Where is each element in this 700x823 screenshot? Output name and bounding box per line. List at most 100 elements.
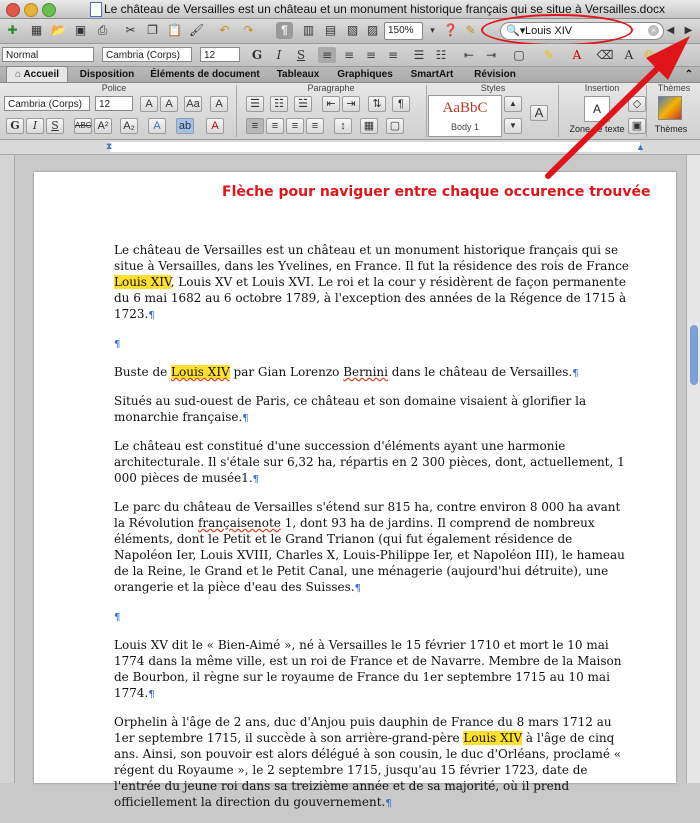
paragraph[interactable]: Orphelin à l'âge de 2 ans, duc d'Anjou p… xyxy=(114,714,634,812)
justify-icon[interactable]: ≡ xyxy=(384,47,402,63)
ribbon-align-center-icon[interactable]: ≡ xyxy=(266,118,284,134)
tab-accueil[interactable]: ⌂ Accueil xyxy=(6,66,68,82)
font-color-icon[interactable]: A xyxy=(568,47,586,63)
show-formatting-icon[interactable]: ¶ xyxy=(276,22,293,39)
eraser-icon[interactable]: ⌫ xyxy=(596,47,614,63)
multilevel-list-icon[interactable]: ☱ xyxy=(294,96,312,112)
paragraph[interactable]: Situés au sud-ouest de Paris, ce château… xyxy=(114,393,634,427)
highlight-color-icon[interactable]: ✎ xyxy=(540,47,558,63)
tab-graphiques[interactable]: Graphiques xyxy=(332,67,398,82)
subscript-icon[interactable]: A₂ xyxy=(120,118,138,134)
ribbon-justify-icon[interactable]: ≡ xyxy=(306,118,324,134)
align-right-icon[interactable]: ≡ xyxy=(362,47,380,63)
emoji-icon[interactable]: ☺ xyxy=(640,47,658,63)
shading-icon[interactable]: ▦ xyxy=(360,118,378,134)
ribbon-font-select[interactable]: Cambria (Corps) xyxy=(4,96,90,111)
paragraph[interactable]: Le parc du château de Versailles s'étend… xyxy=(114,499,634,597)
close-window-button[interactable] xyxy=(6,3,20,17)
style-gallery-item[interactable]: AaBbC Body 1 xyxy=(428,95,502,137)
shapes-icon[interactable]: ◇ xyxy=(628,96,646,112)
scroll-thumb[interactable] xyxy=(690,325,698,385)
underline-button[interactable]: S xyxy=(292,47,310,63)
ribbon-align-left-icon[interactable]: ≡ xyxy=(246,118,264,134)
vertical-scrollbar[interactable] xyxy=(686,155,700,783)
tab-smartart[interactable]: SmartArt xyxy=(404,67,460,82)
ribbon-italic-button[interactable]: I xyxy=(26,118,44,134)
clear-formatting-icon[interactable]: A xyxy=(620,47,638,63)
undo-icon[interactable]: ↶ xyxy=(216,22,233,39)
ribbon-borders-icon[interactable]: ▢ xyxy=(386,118,404,134)
print-icon[interactable]: ⎙ xyxy=(94,22,111,39)
redo-icon[interactable]: ↷ xyxy=(240,22,257,39)
themes-label[interactable]: Thèmes xyxy=(648,124,694,134)
open-icon[interactable]: 📂 xyxy=(50,22,67,39)
text-box-icon[interactable]: A xyxy=(584,96,610,122)
help-icon[interactable]: ❓ xyxy=(442,22,459,39)
align-center-icon[interactable]: ≡ xyxy=(340,47,358,63)
strikethrough-icon[interactable]: ABC xyxy=(74,118,92,134)
borders-icon[interactable]: ▢ xyxy=(510,47,528,63)
save-icon[interactable]: ▣ xyxy=(72,22,89,39)
zoom-field[interactable]: 150% xyxy=(384,22,423,40)
templates-icon[interactable]: ▦ xyxy=(28,22,45,39)
shrink-font-icon[interactable]: A xyxy=(160,96,178,112)
paragraph[interactable]: Le château de Versailles est un château … xyxy=(114,242,634,324)
minimize-window-button[interactable] xyxy=(24,3,38,17)
ribbon-bullets-icon[interactable]: ☰ xyxy=(246,96,264,112)
text-effects-icon[interactable]: A xyxy=(148,118,166,134)
empty-paragraph[interactable]: ¶ xyxy=(114,335,634,353)
styles-scroll-up-icon[interactable]: ▲ xyxy=(504,96,522,112)
styles-scroll-down-icon[interactable]: ▼ xyxy=(504,118,522,134)
picture-icon[interactable]: ▣ xyxy=(628,118,646,134)
document-page[interactable]: Flèche pour naviguer entre chaque occure… xyxy=(34,172,676,809)
italic-button[interactable]: I xyxy=(270,47,288,63)
ribbon-pilcrow-icon[interactable]: ¶ xyxy=(392,96,410,112)
ribbon-underline-button[interactable]: S xyxy=(46,118,64,134)
outdent-icon[interactable]: ⇤ xyxy=(460,47,478,63)
themes-icon[interactable] xyxy=(658,96,682,120)
ribbon-align-right-icon[interactable]: ≡ xyxy=(286,118,304,134)
ribbon-numbering-icon[interactable]: ☷ xyxy=(270,96,288,112)
ribbon-options-icon[interactable]: ⌃ xyxy=(682,67,696,82)
new-document-icon[interactable]: ✚ xyxy=(4,22,21,39)
clear-format-icon[interactable]: A xyxy=(210,96,228,112)
toolbox-icon[interactable]: ▤ xyxy=(322,22,339,39)
bullets-icon[interactable]: ☰ xyxy=(410,47,428,63)
paragraph[interactable]: Buste de Louis XIV par Gian Lorenzo Bern… xyxy=(114,364,634,382)
sidebar-icon[interactable]: ▥ xyxy=(300,22,317,39)
line-spacing-icon[interactable]: ↕ xyxy=(334,118,352,134)
next-result-icon[interactable]: ▶ xyxy=(680,22,697,39)
ribbon-font-color-icon[interactable]: A xyxy=(206,118,224,134)
previous-result-icon[interactable]: ◀ xyxy=(662,22,679,39)
numbering-icon[interactable]: ☷ xyxy=(432,47,450,63)
tab-tableaux[interactable]: Tableaux xyxy=(270,67,326,82)
sort-icon[interactable]: ⇅ xyxy=(368,96,386,112)
ribbon-size-select[interactable]: 12 xyxy=(95,96,133,111)
right-indent-marker[interactable]: ▲ xyxy=(636,142,645,152)
empty-paragraph[interactable]: ¶ xyxy=(114,608,634,626)
cut-icon[interactable]: ✂ xyxy=(122,22,139,39)
indent-marker[interactable]: ⧗ xyxy=(106,141,112,152)
highlight-pen-icon[interactable]: ✎ xyxy=(462,22,479,39)
ribbon-indent-icon[interactable]: ⇥ xyxy=(342,96,360,112)
styles-pane-icon[interactable]: A xyxy=(530,105,548,121)
bold-button[interactable]: G xyxy=(248,47,266,63)
tab-disposition[interactable]: Disposition xyxy=(74,67,140,82)
text-box-label[interactable]: Zone de texte xyxy=(562,124,632,134)
grow-font-icon[interactable]: A xyxy=(140,96,158,112)
font-size-select[interactable]: 12 xyxy=(200,47,240,62)
ribbon-outdent-icon[interactable]: ⇤ xyxy=(322,96,340,112)
tab-revision[interactable]: Révision xyxy=(466,67,524,82)
horizontal-ruler[interactable]: ⧗ ▲ xyxy=(0,140,700,155)
media-browser-icon[interactable]: ▧ xyxy=(344,22,361,39)
ribbon-bold-button[interactable]: G xyxy=(6,118,24,134)
superscript-icon[interactable]: A² xyxy=(94,118,112,134)
paragraph[interactable]: Le château est constitué d'une successio… xyxy=(114,438,634,488)
highlight-icon[interactable]: ab xyxy=(176,118,194,134)
paste-icon[interactable]: 📋 xyxy=(166,22,183,39)
change-case-icon[interactable]: Aa xyxy=(184,96,202,112)
gallery-icon[interactable]: ▨ xyxy=(364,22,381,39)
style-select[interactable]: Normal xyxy=(2,47,94,62)
toolbar-overflow-icon[interactable]: » xyxy=(664,47,682,63)
font-select[interactable]: Cambria (Corps) xyxy=(102,47,192,62)
